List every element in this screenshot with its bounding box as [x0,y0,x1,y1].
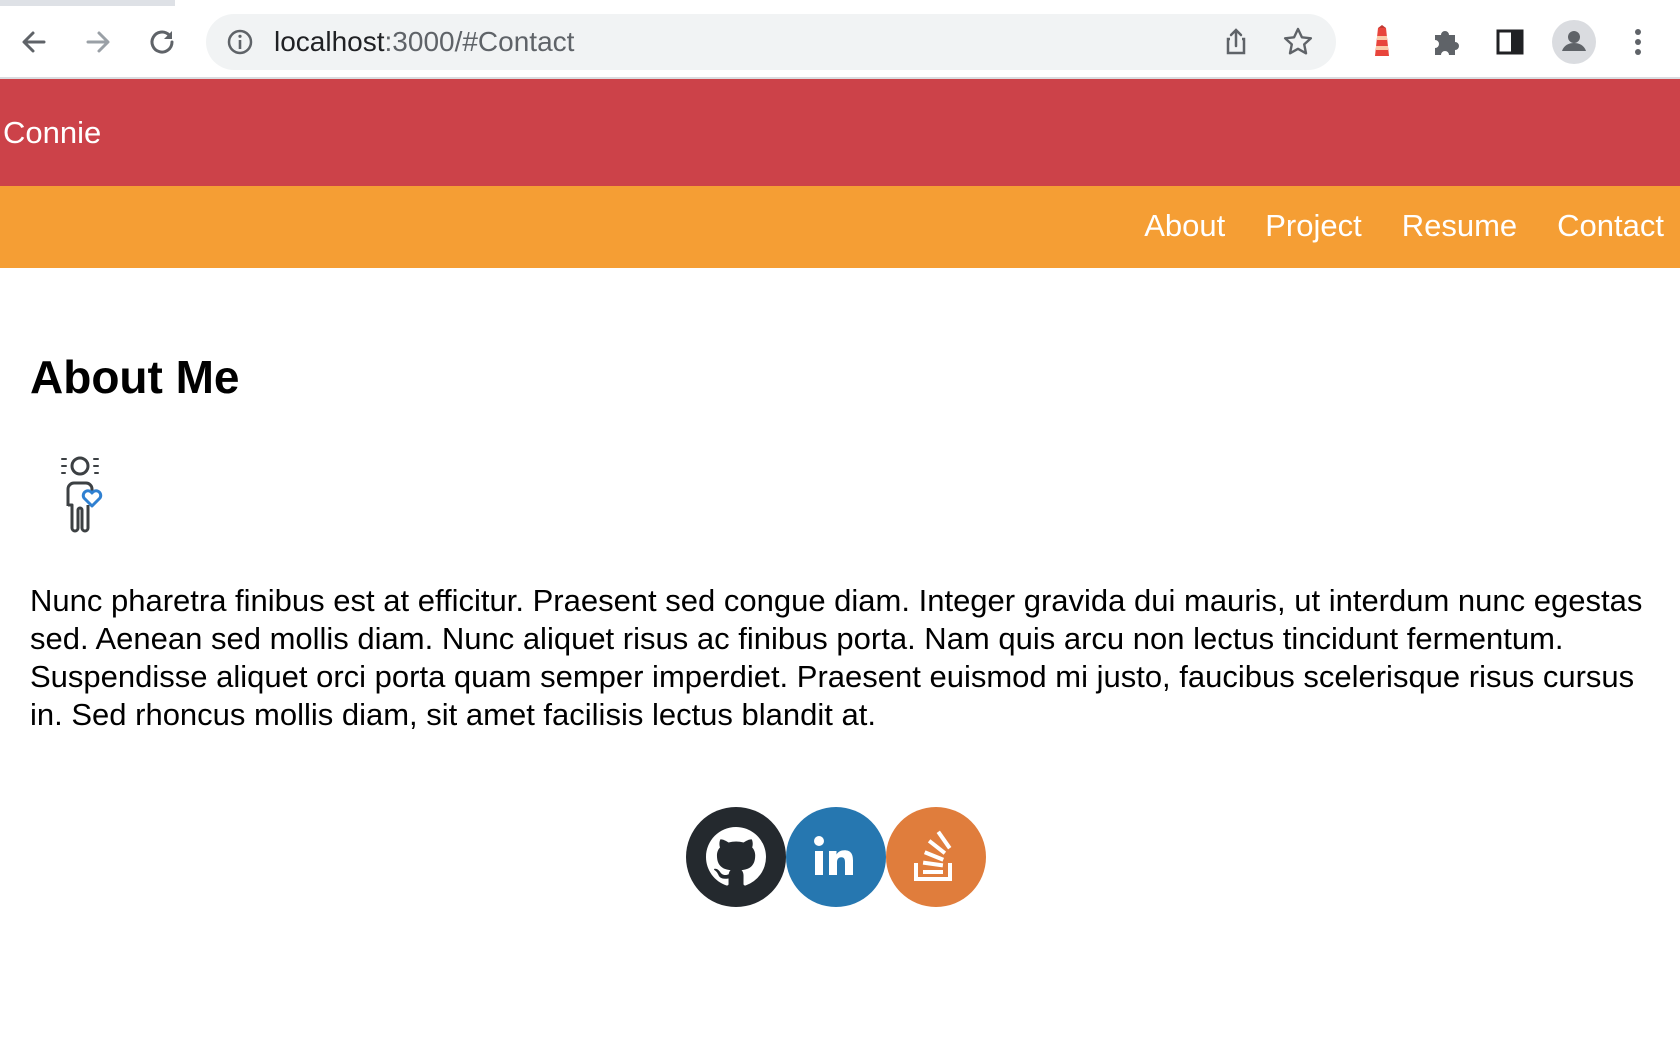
avatar [30,445,130,545]
nav-resume[interactable]: Resume [1402,208,1517,244]
page-title: About Me [30,351,240,403]
stackoverflow-icon [914,830,952,881]
bookmark-star-icon[interactable] [1282,26,1314,58]
github-icon [706,827,766,886]
browser-toolbar: localhost:3000/#Contact [0,0,1680,79]
puzzle-piece-icon [1435,31,1459,55]
share-icon[interactable] [1220,26,1252,58]
inactive-tab[interactable] [0,0,170,6]
side-panel-icon [1496,29,1524,55]
lighthouse-icon [1375,25,1389,56]
nav-contact[interactable]: Contact [1557,208,1664,244]
stackoverflow-link[interactable] [886,807,986,907]
arrow-right-icon [86,31,110,53]
address-bar[interactable]: localhost:3000/#Contact [206,14,1336,70]
url-host: localhost [274,26,385,57]
person-heart-icon [61,456,103,533]
more-vertical-icon [1635,29,1641,55]
nav-project[interactable]: Project [1265,208,1361,244]
github-link[interactable] [686,807,786,907]
tab-strip [0,0,1680,6]
lighthouse-extension-button[interactable] [1362,22,1402,62]
browser-menu-button[interactable] [1618,22,1658,62]
site-header: Connie [0,79,1680,186]
nav-about[interactable]: About [1144,208,1225,244]
active-tab[interactable] [175,0,1680,6]
linkedin-link[interactable] [786,807,886,907]
site-nav: About Project Resume Contact [0,186,1680,268]
forward-button[interactable] [76,20,120,64]
linkedin-icon [814,836,853,875]
social-links [686,807,986,907]
profile-button[interactable] [1552,20,1596,64]
extensions-button[interactable] [1426,22,1466,62]
reload-icon [150,30,174,54]
url-text[interactable]: localhost:3000/#Contact [274,26,574,58]
url-path: :3000/#Contact [384,26,575,57]
side-panel-button[interactable] [1490,22,1530,62]
info-icon[interactable] [226,28,254,56]
reload-button[interactable] [140,20,184,64]
site-brand[interactable]: Connie [3,115,101,151]
bio-text: Nunc pharetra finibus est at efficitur. … [30,583,1643,732]
arrow-left-icon [22,31,46,53]
profile-avatar-icon [1552,20,1596,64]
back-button[interactable] [12,20,56,64]
